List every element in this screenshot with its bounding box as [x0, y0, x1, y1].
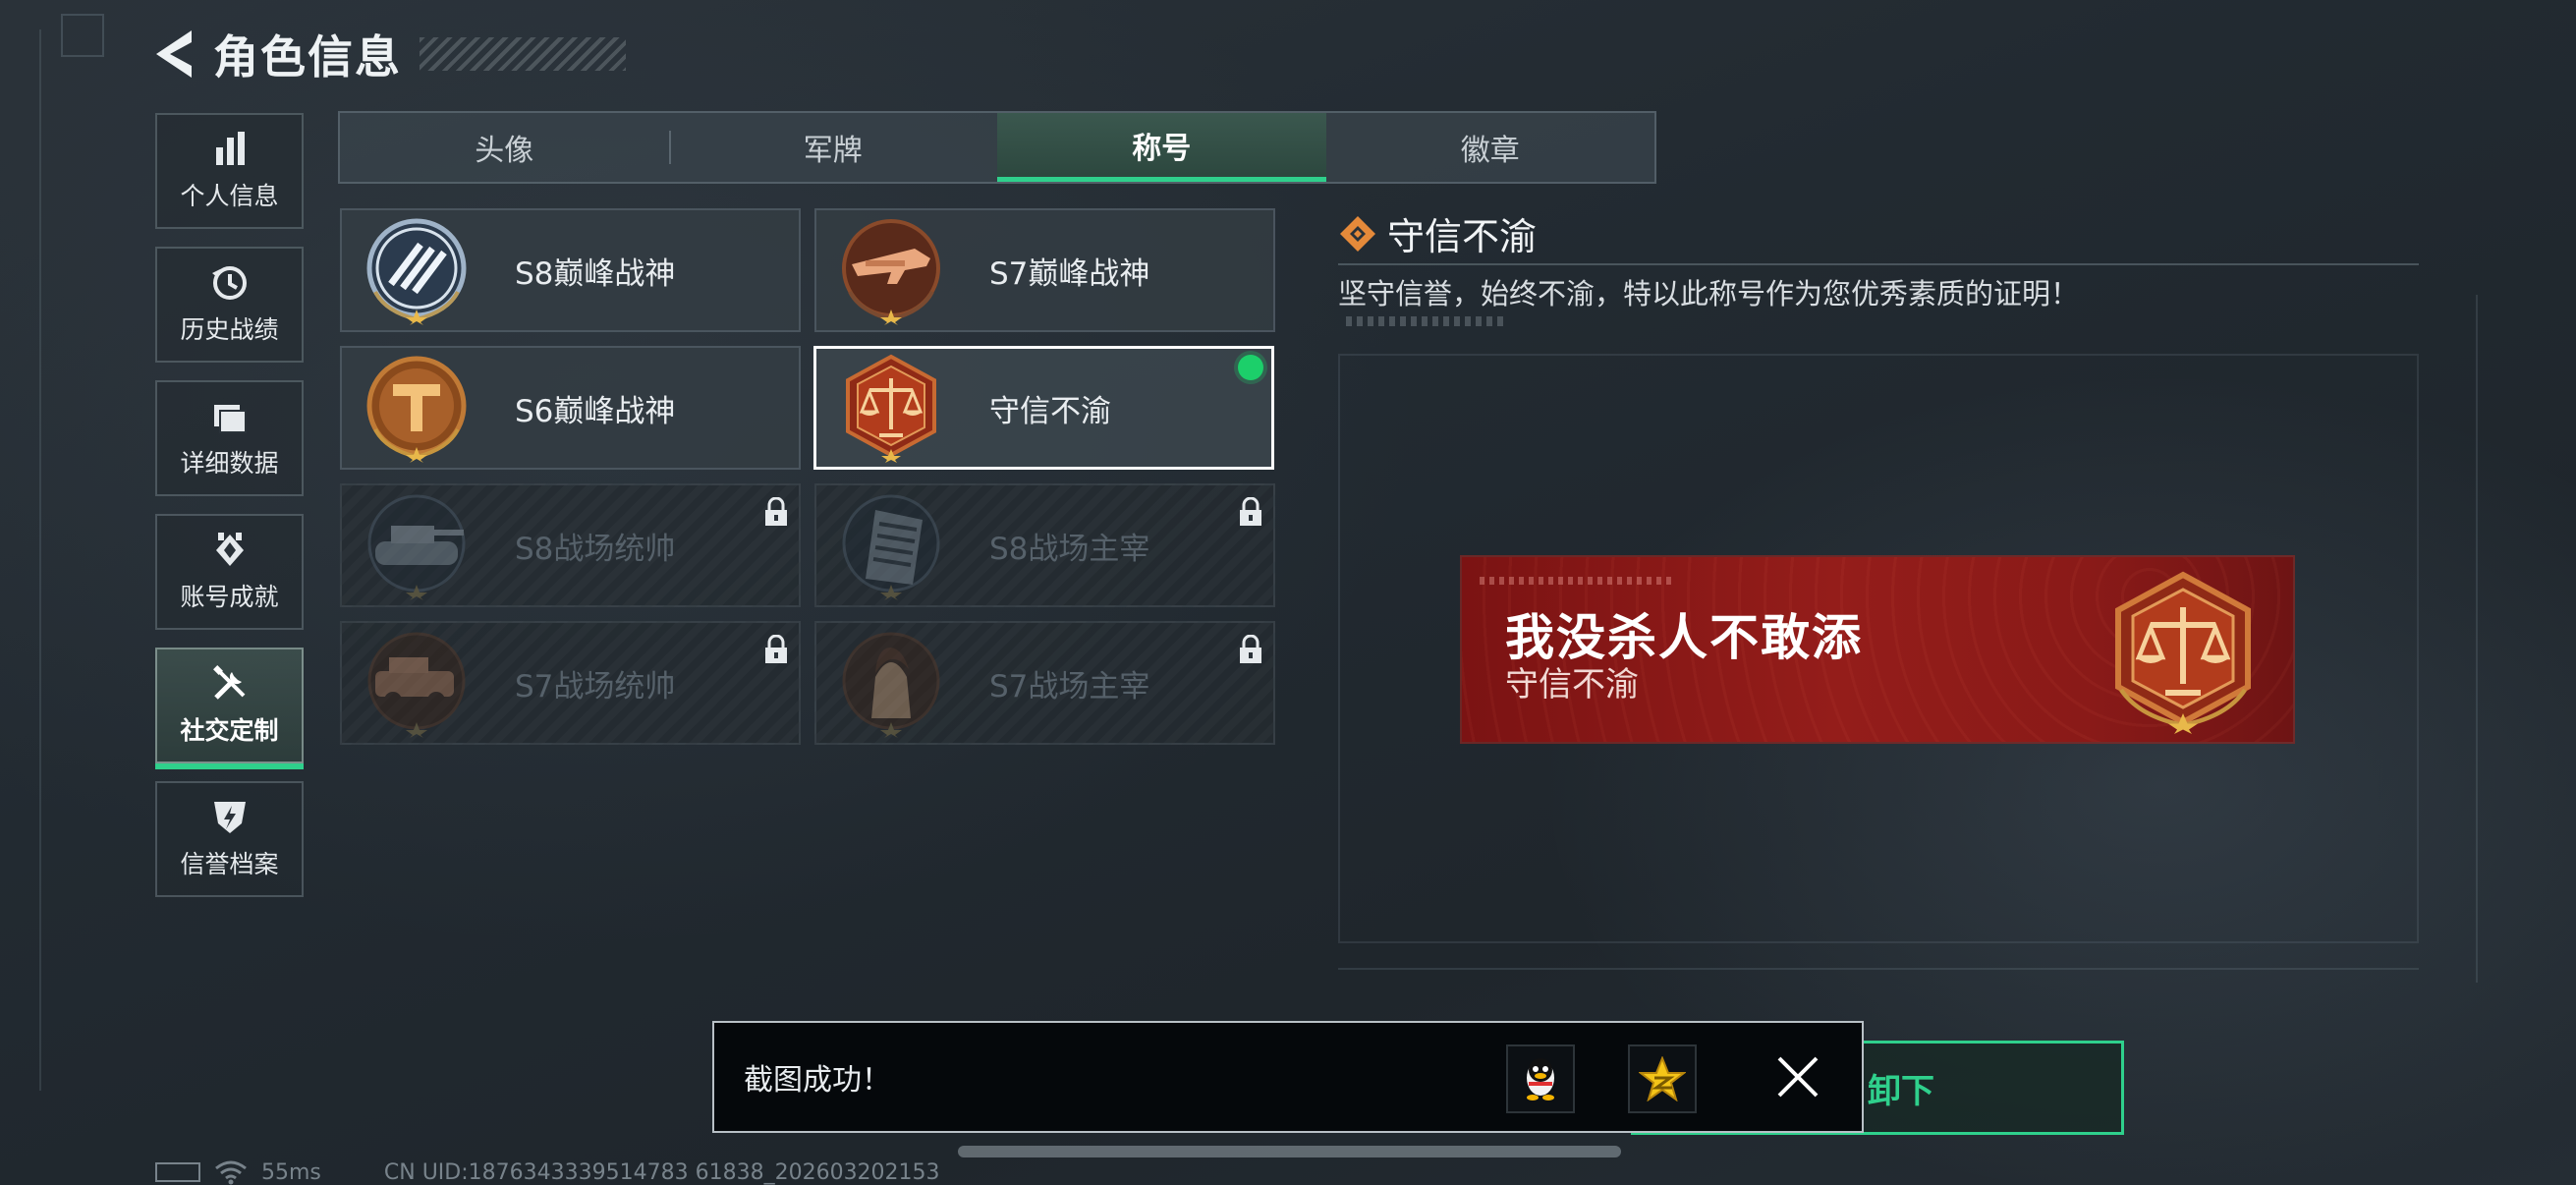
title-name: S8巅峰战神 [515, 255, 676, 292]
nav-item-history[interactable]: 历史战绩 [155, 247, 304, 363]
title-card-s6-peak-god[interactable]: S6巅峰战神 [340, 346, 801, 470]
detail-description: 坚守信誉，始终不渝，特以此称号作为您优秀素质的证明！ [1338, 277, 2080, 310]
title-name: S7战场统帅 [515, 668, 676, 705]
nav-label: 账号成就 [180, 583, 279, 611]
title-decoration [420, 37, 626, 71]
detail-header: 守信不渝 [1338, 206, 1537, 260]
detail-decoration [1346, 316, 1503, 326]
tab-badge[interactable]: 徽章 [1326, 113, 1655, 182]
nav-item-social-custom[interactable]: 社交定制 [155, 648, 304, 769]
title-name: S7巅峰战神 [989, 255, 1150, 292]
frame-line [2476, 295, 2478, 983]
title-card-s8-battlefield-ruler[interactable]: S8战场主宰 [814, 483, 1275, 607]
nav-item-personal-info[interactable]: 个人信息 [155, 113, 304, 229]
battery-icon [155, 1162, 200, 1182]
ping-text: 55ms [261, 1159, 321, 1185]
nav-label: 个人信息 [180, 182, 279, 210]
tab-avatar[interactable]: 头像 [340, 113, 669, 182]
equipped-indicator [1238, 355, 1263, 380]
title-preview-banner: 我没杀人不敢添 守信不渝 [1462, 557, 2293, 742]
history-icon [211, 266, 247, 300]
divider [1338, 263, 2419, 265]
s7-peak-emblem-icon [842, 219, 940, 325]
nav-label: 详细数据 [180, 449, 279, 478]
status-bar: 55ms CN UID:1876343339514783 61838_20260… [155, 1159, 940, 1185]
title-name: S8战场统帅 [515, 531, 676, 567]
tools-icon [212, 665, 245, 700]
diamond-icon [1340, 215, 1375, 252]
scales-of-justice-emblem-icon [2115, 571, 2251, 734]
qq-penguin-icon [1527, 1058, 1554, 1100]
banner-decoration [1480, 577, 1676, 585]
nav-label: 信誉档案 [180, 850, 279, 878]
toast-message: 截图成功！ [744, 1063, 891, 1098]
frame-line [1338, 968, 2419, 970]
credit-shield-icon [213, 802, 246, 833]
folder-icon [213, 405, 247, 433]
share-qq-button[interactable] [1506, 1044, 1575, 1113]
lock-icon [1240, 497, 1261, 526]
title-name: S6巅峰战神 [515, 393, 676, 429]
vehicle-emblem-icon [367, 632, 466, 738]
title-card-s8-battlefield-commander[interactable]: S8战场统帅 [340, 483, 801, 607]
banner-title: 守信不渝 [1505, 665, 1639, 705]
soldier-portrait-emblem-icon [842, 632, 940, 738]
achievement-icon [215, 533, 244, 566]
home-indicator[interactable] [958, 1146, 1621, 1157]
nav-label: 社交定制 [180, 716, 279, 745]
title-card-s7-battlefield-ruler[interactable]: S7战场主宰 [814, 621, 1275, 745]
scales-of-justice-emblem-icon [846, 354, 936, 463]
title-name: S7战场主宰 [989, 668, 1150, 705]
uid-text: CN UID:1876343339514783 61838_2026032021… [383, 1159, 940, 1185]
lock-icon [765, 635, 787, 663]
category-tabs: 头像 军牌 称号 徽章 [338, 111, 1656, 184]
tab-dog-tag[interactable]: 军牌 [668, 113, 998, 182]
title-card-s8-peak-god[interactable]: S8巅峰战神 [340, 208, 801, 332]
nav-item-achievements[interactable]: 账号成就 [155, 514, 304, 630]
lock-icon [765, 497, 787, 526]
tank-emblem-icon [367, 494, 466, 600]
qzone-star-icon [1639, 1056, 1686, 1101]
building-emblem-icon [842, 494, 940, 600]
page-title: 角色信息 [213, 30, 402, 84]
title-name: 守信不渝 [989, 393, 1111, 429]
screenshot-toast: 截图成功！ [712, 1021, 1864, 1133]
back-arrow-icon[interactable] [152, 27, 201, 82]
nav-item-credit-record[interactable]: 信誉档案 [155, 781, 304, 897]
title-name: S8战场主宰 [989, 531, 1150, 567]
page-header: 角色信息 [152, 22, 626, 86]
frame-line [39, 29, 41, 1091]
tab-title[interactable]: 称号 [997, 113, 1326, 182]
s8-peak-emblem-icon [366, 218, 467, 325]
lock-icon [1240, 635, 1261, 663]
detail-title: 守信不渝 [1387, 215, 1538, 258]
close-icon[interactable] [1773, 1052, 1822, 1101]
frame-line [61, 14, 104, 57]
bar-chart-icon [215, 132, 245, 165]
nav-item-detailed-data[interactable]: 详细数据 [155, 380, 304, 496]
title-card-keep-faith[interactable]: 守信不渝 [813, 346, 1274, 470]
title-card-s7-peak-god[interactable]: S7巅峰战神 [814, 208, 1275, 332]
s6-peak-emblem-icon [366, 356, 467, 463]
share-qzone-button[interactable] [1628, 1044, 1697, 1113]
wifi-icon [215, 1160, 247, 1185]
title-card-s7-battlefield-commander[interactable]: S7战场统帅 [340, 621, 801, 745]
nav-label: 历史战绩 [180, 315, 279, 344]
